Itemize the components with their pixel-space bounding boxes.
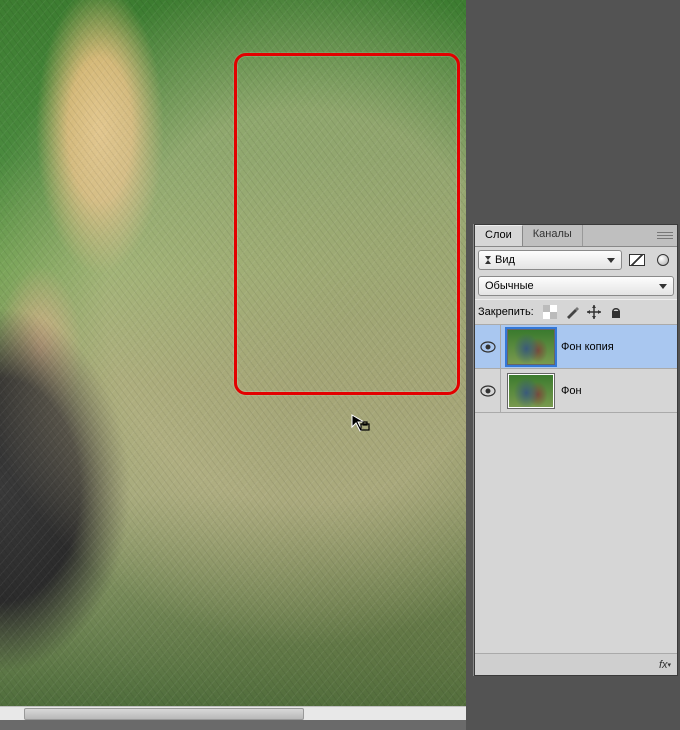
updown-icon <box>485 256 491 264</box>
tab-channels[interactable]: Каналы <box>523 225 583 246</box>
scrollbar-thumb[interactable] <box>24 708 304 720</box>
filter-adjust-icon[interactable] <box>652 251 674 269</box>
horizontal-scrollbar[interactable] <box>0 706 466 720</box>
lock-transparency-icon[interactable] <box>542 304 558 320</box>
layer-thumbnail[interactable] <box>507 329 555 365</box>
layer-kind-label: Вид <box>495 254 515 266</box>
panel-tabs: Слои Каналы <box>475 225 677 247</box>
layer-thumbnail[interactable] <box>507 373 555 409</box>
lock-pixels-icon[interactable] <box>564 304 580 320</box>
eye-icon <box>480 341 496 353</box>
lock-all-icon[interactable] <box>608 304 624 320</box>
chevron-down-icon <box>659 284 667 289</box>
layers-panel: Слои Каналы Вид Обычные Закрепить: <box>474 224 678 676</box>
canvas-area <box>0 0 470 730</box>
layer-row[interactable]: Фон <box>475 369 677 413</box>
eye-icon <box>480 385 496 397</box>
visibility-toggle[interactable] <box>475 369 501 412</box>
lock-position-icon[interactable] <box>586 304 602 320</box>
visibility-toggle[interactable] <box>475 325 501 368</box>
selection-highlight <box>234 53 460 395</box>
document-image[interactable] <box>0 0 466 712</box>
layer-kind-dropdown[interactable]: Вид <box>478 250 622 270</box>
blend-mode-dropdown[interactable]: Обычные <box>478 276 674 296</box>
panel-menu-icon[interactable] <box>657 225 677 246</box>
filter-image-icon[interactable] <box>626 251 648 269</box>
canvas-gutter <box>0 720 466 730</box>
layer-row[interactable]: Фон копия <box>475 325 677 369</box>
layer-name[interactable]: Фон копия <box>561 341 614 353</box>
layers-panel-footer: fx▾ <box>475 653 677 675</box>
layer-list: Фон копия Фон <box>475 325 677 653</box>
lock-row: Закрепить: <box>475 299 677 325</box>
blend-mode-row: Обычные <box>475 273 677 299</box>
chevron-down-icon <box>607 258 615 263</box>
layer-kind-row: Вид <box>475 247 677 273</box>
tab-layers[interactable]: Слои <box>475 225 523 246</box>
layer-list-empty <box>475 413 677 653</box>
lock-label: Закрепить: <box>478 306 534 318</box>
fx-icon[interactable]: fx▾ <box>657 657 673 673</box>
layer-name[interactable]: Фон <box>561 385 582 397</box>
clone-stamp-cursor <box>350 413 370 433</box>
blend-mode-label: Обычные <box>485 280 534 292</box>
